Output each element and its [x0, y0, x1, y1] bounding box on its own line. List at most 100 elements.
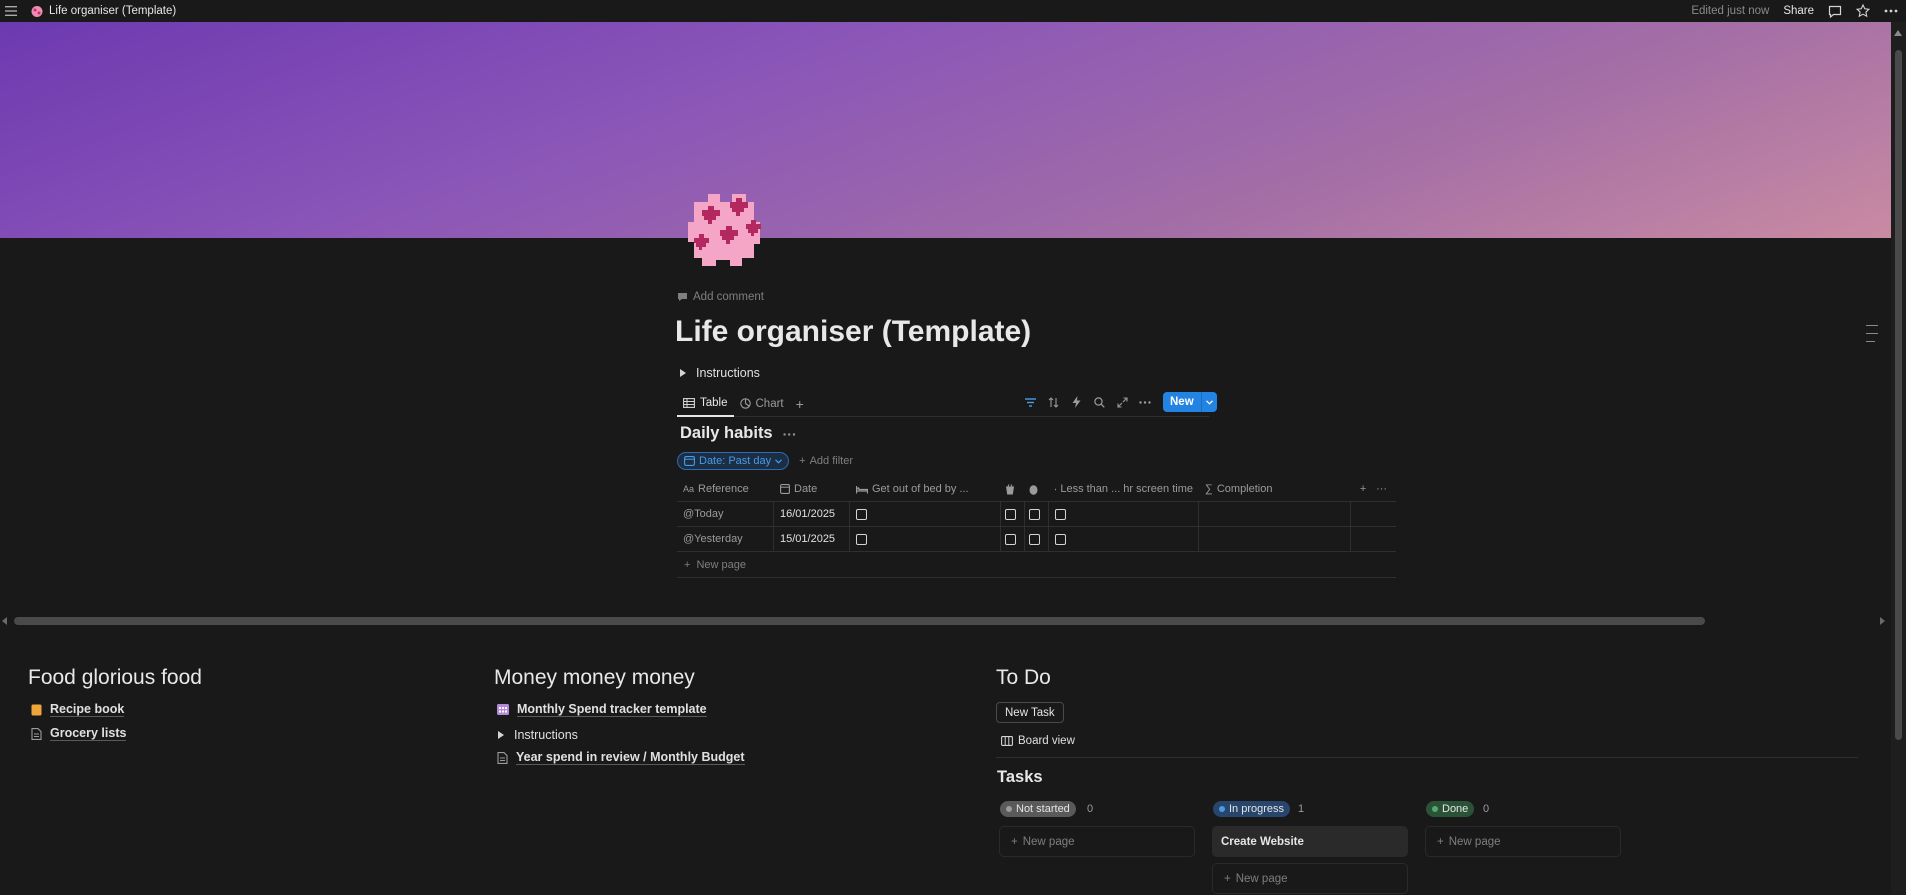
screen-time-checkbox[interactable] [1055, 533, 1066, 545]
column-more-icon[interactable]: ··· [1376, 483, 1387, 495]
tasks-title[interactable]: Tasks [997, 768, 1043, 787]
table-row[interactable]: @Today 16/01/2025 [677, 502, 1396, 527]
status-dot-icon [1432, 806, 1438, 812]
database-more-icon[interactable]: ··· [783, 426, 797, 442]
table-of-contents-outline[interactable] [1866, 325, 1878, 342]
automation-lightning-icon[interactable] [1069, 395, 1083, 409]
recipe-book-link[interactable]: Recipe book [31, 702, 125, 717]
group-count: 0 [1087, 803, 1094, 815]
board-new-page-button[interactable]: + New page [1425, 826, 1621, 857]
checkbox-cell[interactable] [850, 527, 1001, 551]
column-header-get-out-of-bed[interactable]: Get out of bed by ... [850, 477, 1001, 501]
table-row[interactable]: @Yesterday 15/01/2025 [677, 527, 1396, 552]
search-icon[interactable] [1092, 395, 1106, 409]
top-bar: Life organiser (Template) Edited just no… [0, 0, 1906, 22]
get-out-of-bed-checkbox[interactable] [856, 508, 867, 520]
tab-chart[interactable]: Chart [734, 391, 790, 417]
new-button-label[interactable]: New [1163, 392, 1201, 412]
recipe-book-icon [31, 704, 42, 715]
add-filter-label: Add filter [809, 455, 854, 467]
group-count: 1 [1298, 803, 1305, 815]
new-task-button[interactable]: New Task [996, 702, 1064, 723]
breadcrumb-title[interactable]: Life organiser (Template) [49, 5, 176, 17]
column-header-egg[interactable] [1025, 477, 1049, 501]
todo-heading[interactable]: To Do [996, 666, 1051, 690]
status-done[interactable]: Done [1426, 801, 1475, 817]
completion-cell[interactable] [1199, 527, 1351, 551]
egg-checkbox[interactable] [1029, 533, 1040, 545]
checkbox-cell[interactable] [1049, 527, 1199, 551]
bed-icon [856, 485, 868, 493]
checkbox-cell[interactable] [1001, 502, 1025, 526]
instructions-toggle[interactable]: Instructions [680, 366, 760, 380]
board-new-page-button[interactable]: + New page [1212, 863, 1408, 894]
reference-cell[interactable]: @Today [677, 502, 774, 526]
money-heading[interactable]: Money money money [494, 666, 695, 690]
table-new-page-button[interactable]: + New page [677, 552, 1396, 578]
date-cell[interactable]: 16/01/2025 [774, 502, 850, 526]
money-instructions-toggle[interactable]: Instructions [498, 728, 578, 742]
task-card[interactable]: Create Website [1212, 826, 1408, 857]
database-toolbar: New [1023, 391, 1217, 413]
database-title[interactable]: Daily habits [680, 424, 773, 443]
date-filter-chip[interactable]: Date: Past day [677, 452, 790, 470]
favorite-star-icon[interactable] [1856, 4, 1870, 18]
sort-icon[interactable] [1046, 395, 1060, 409]
sidebar-menu-icon[interactable] [0, 0, 22, 22]
column-header-drink[interactable] [1001, 477, 1025, 501]
board-view-tab[interactable]: Board view [1001, 735, 1075, 747]
toggle-arrow-icon[interactable] [680, 369, 686, 377]
tasks-divider [996, 757, 1858, 758]
calendar-icon [684, 456, 695, 466]
grocery-lists-link[interactable]: Grocery lists [31, 726, 127, 741]
status-dot-icon [1006, 806, 1012, 812]
chevron-down-icon[interactable] [1200, 392, 1217, 412]
vertical-scrollbar[interactable] [1891, 22, 1906, 895]
status-in-progress[interactable]: In progress [1213, 801, 1291, 817]
share-button[interactable]: Share [1783, 5, 1814, 17]
add-view-button[interactable]: + [790, 391, 810, 417]
screen-time-checkbox[interactable] [1055, 508, 1066, 520]
monthly-spend-tracker-link[interactable]: Monthly Spend tracker template [497, 702, 707, 717]
more-options-icon[interactable] [1884, 9, 1898, 13]
checkbox-cell[interactable] [1001, 527, 1025, 551]
checkbox-cell[interactable] [850, 502, 1001, 526]
food-heading[interactable]: Food glorious food [28, 666, 202, 690]
column-header-completion[interactable]: ∑ Completion [1199, 477, 1351, 501]
completion-cell[interactable] [1199, 502, 1351, 526]
board-new-page-button[interactable]: + New page [999, 826, 1195, 857]
column-header-screen-time[interactable]: Less than ... hr screen time [1049, 477, 1199, 501]
filter-icon[interactable] [1023, 395, 1037, 409]
drink-checkbox[interactable] [1005, 533, 1016, 545]
egg-checkbox[interactable] [1029, 508, 1040, 520]
horizontal-scrollbar[interactable] [0, 614, 1891, 627]
year-spend-review-link[interactable]: Year spend in review / Monthly Budget [497, 750, 745, 765]
column-header-reference[interactable]: Aa Reference [677, 477, 774, 501]
date-cell[interactable]: 15/01/2025 [774, 527, 850, 551]
page-emoji-icon-large[interactable] [680, 180, 774, 274]
toggle-arrow-icon[interactable] [498, 731, 504, 739]
status-not-started[interactable]: Not started [1000, 801, 1076, 817]
new-record-button[interactable]: New [1163, 392, 1217, 412]
tab-table[interactable]: Table [677, 391, 734, 417]
add-column-plus-icon[interactable]: + [1360, 483, 1366, 495]
page-title[interactable]: Life organiser (Template) [675, 315, 1031, 349]
page-emoji-icon [31, 6, 43, 17]
comments-icon[interactable] [1828, 5, 1842, 18]
add-filter-button[interactable]: + Add filter [799, 455, 853, 467]
column-header-actions: + ··· [1351, 477, 1396, 501]
board-icon [1001, 736, 1013, 746]
add-comment-button[interactable]: Add comment [677, 291, 764, 303]
table-header-row: Aa Reference Date Get out of bed by ... L… [677, 477, 1396, 502]
get-out-of-bed-checkbox[interactable] [856, 533, 867, 545]
filter-row: Date: Past day + Add filter [677, 452, 853, 470]
checkbox-cell[interactable] [1049, 502, 1199, 526]
checkbox-cell[interactable] [1025, 502, 1049, 526]
drink-checkbox[interactable] [1005, 508, 1016, 520]
expand-icon[interactable] [1115, 395, 1129, 409]
checkbox-cell[interactable] [1025, 527, 1049, 551]
reference-cell[interactable]: @Yesterday [677, 527, 774, 551]
column-header-date[interactable]: Date [774, 477, 850, 501]
edited-status: Edited just now [1691, 5, 1770, 17]
more-options-icon[interactable] [1138, 395, 1152, 409]
